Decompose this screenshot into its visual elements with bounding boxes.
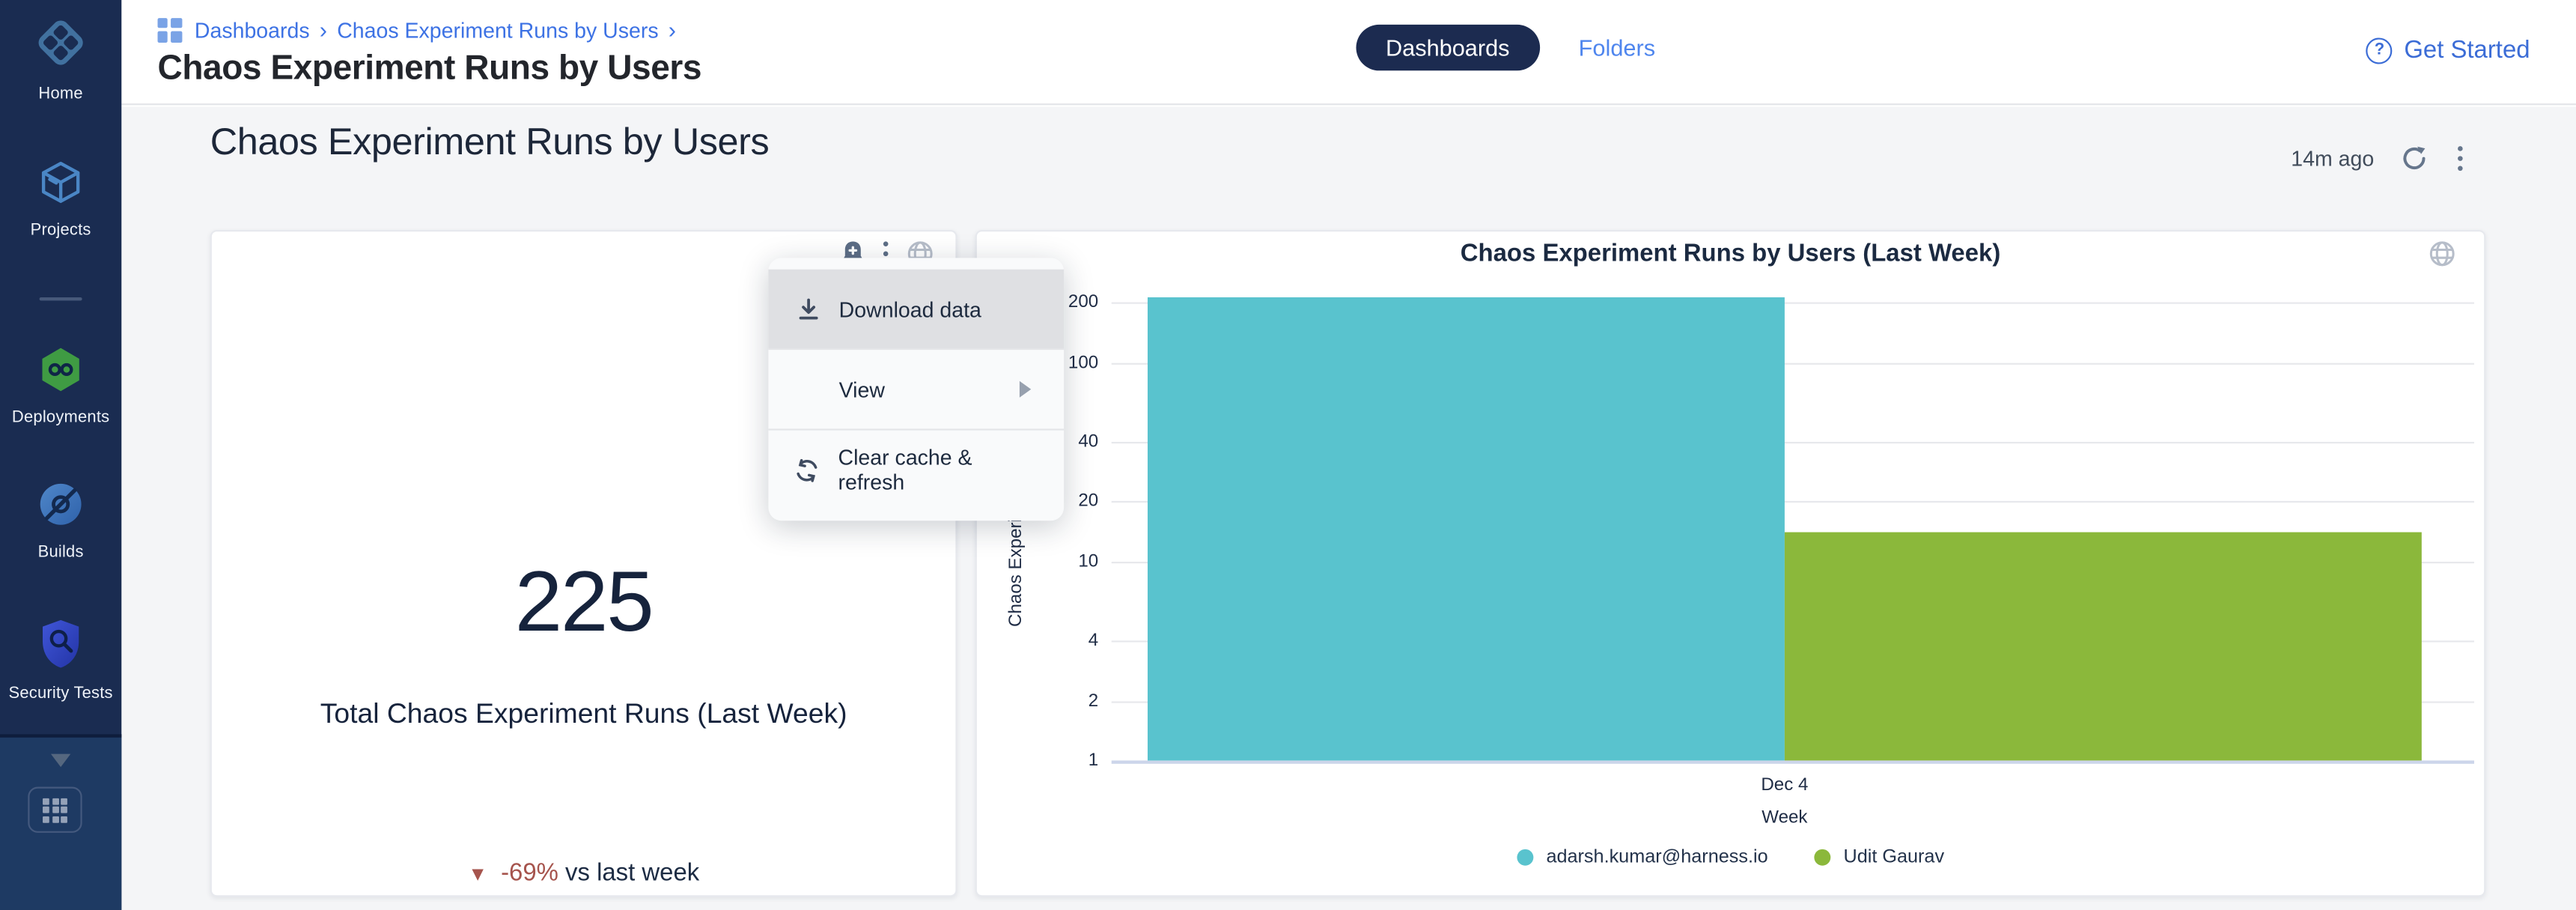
legend-item[interactable]: adarsh.kumar@harness.io (1517, 848, 1768, 867)
sidebar-bottom-section (0, 734, 121, 910)
sidebar-label: Builds (38, 544, 84, 562)
cycle-icon (794, 458, 820, 482)
y-tick-label: 1 (1000, 750, 1099, 770)
grid-icon (43, 798, 67, 822)
x-tick-label: Dec 4 (1686, 775, 1883, 795)
sidebar-divider (40, 297, 82, 300)
breadcrumb-dashboards[interactable]: Dashboards (195, 18, 310, 43)
deployments-hexagon-icon (36, 345, 85, 403)
chart-card: Chaos Experiment Runs by Users (Last Wee… (975, 230, 2486, 897)
legend-label: adarsh.kumar@harness.io (1546, 848, 1767, 867)
security-shield-icon (36, 618, 85, 679)
page-title: Chaos Experiment Runs by Users (158, 49, 702, 89)
sidebar-item-deployments[interactable]: Deployments (0, 345, 121, 428)
menu-item-label: Clear cache & refresh (838, 445, 1038, 494)
y-tick-label: 2 (1000, 691, 1099, 710)
legend-dot-icon (1517, 849, 1533, 866)
tab-dashboards[interactable]: Dashboards (1356, 25, 1540, 70)
sidebar-label: Home (38, 85, 82, 103)
sidebar-item-builds[interactable]: Builds (0, 479, 121, 562)
dashboards-grid-icon (158, 19, 182, 43)
app-window: Home Projects Deplo (0, 0, 2576, 910)
legend-dot-icon (1814, 849, 1830, 866)
x-axis-line (1112, 760, 2474, 763)
get-started-label: Get Started (2404, 36, 2530, 64)
sidebar-item-security-tests[interactable]: Security Tests (0, 618, 121, 703)
bar-series1[interactable] (1148, 298, 1785, 761)
y-tick-label: 10 (1000, 551, 1099, 571)
caret-right-icon (1020, 381, 1031, 398)
tile-context-menu: Download data View Clear cache & (768, 258, 1064, 521)
last-updated: 14m ago (2291, 146, 2374, 171)
chevron-down-icon[interactable] (51, 754, 70, 768)
dashboard-canvas: Chaos Experiment Runs by Users 14m ago (121, 107, 2576, 910)
get-started-link[interactable]: ? Get Started (2366, 36, 2530, 64)
tab-folders[interactable]: Folders (1579, 34, 1655, 61)
download-icon (794, 297, 820, 321)
total-label: Total Chaos Experiment Runs (Last Week) (212, 698, 955, 731)
y-tick-label: 4 (1000, 631, 1099, 650)
sidebar: Home Projects Deplo (0, 0, 121, 910)
delta-suffix: vs last week (565, 859, 699, 887)
legend-label: Udit Gaurav (1844, 848, 1945, 867)
bar-chart-plot: 200100402010421Dec 4Week (977, 231, 2484, 895)
menu-item-label: Download data (839, 297, 981, 321)
sidebar-label: Security Tests (9, 685, 113, 703)
projects-cube-icon (36, 158, 85, 216)
sidebar-label: Projects (31, 222, 91, 240)
delta-row: ▼ -69% vs last week (212, 859, 955, 887)
total-value: 225 (212, 553, 955, 652)
chevron-right-icon: › (669, 16, 676, 42)
module-picker-button[interactable] (28, 786, 82, 832)
chart-legend: adarsh.kumar@harness.io Udit Gaurav (977, 848, 2484, 867)
menu-item-label: View (839, 377, 885, 401)
chevron-right-icon: › (320, 16, 327, 42)
menu-item-view[interactable]: View (768, 350, 1064, 428)
dashboard-actions: 14m ago (2291, 143, 2466, 175)
refresh-icon[interactable] (2400, 145, 2428, 172)
top-header: Dashboards › Chaos Experiment Runs by Us… (121, 0, 2576, 105)
header-tabs: Dashboards Folders (1356, 25, 1656, 70)
breadcrumb: Dashboards › Chaos Experiment Runs by Us… (158, 18, 677, 43)
legend-item[interactable]: Udit Gaurav (1814, 848, 1944, 867)
sidebar-label: Deployments (12, 409, 109, 427)
dashboard-title: Chaos Experiment Runs by Users (210, 120, 770, 164)
bar-series2[interactable] (1785, 533, 2422, 761)
builds-icon (36, 479, 85, 537)
question-circle-icon: ? (2366, 37, 2393, 63)
home-icon (33, 15, 89, 79)
breadcrumb-current[interactable]: Chaos Experiment Runs by Users (337, 18, 658, 43)
menu-item-download-data[interactable]: Download data (768, 270, 1064, 348)
sidebar-item-home[interactable]: Home (0, 15, 121, 103)
kebab-menu-icon[interactable] (2455, 143, 2466, 175)
x-axis-title: Week (1686, 808, 1883, 828)
delta-value: -69% (501, 859, 558, 887)
sidebar-item-projects[interactable]: Projects (0, 158, 121, 240)
menu-item-clear-cache[interactable]: Clear cache & refresh (768, 431, 1064, 509)
triangle-down-icon: ▼ (468, 862, 487, 885)
